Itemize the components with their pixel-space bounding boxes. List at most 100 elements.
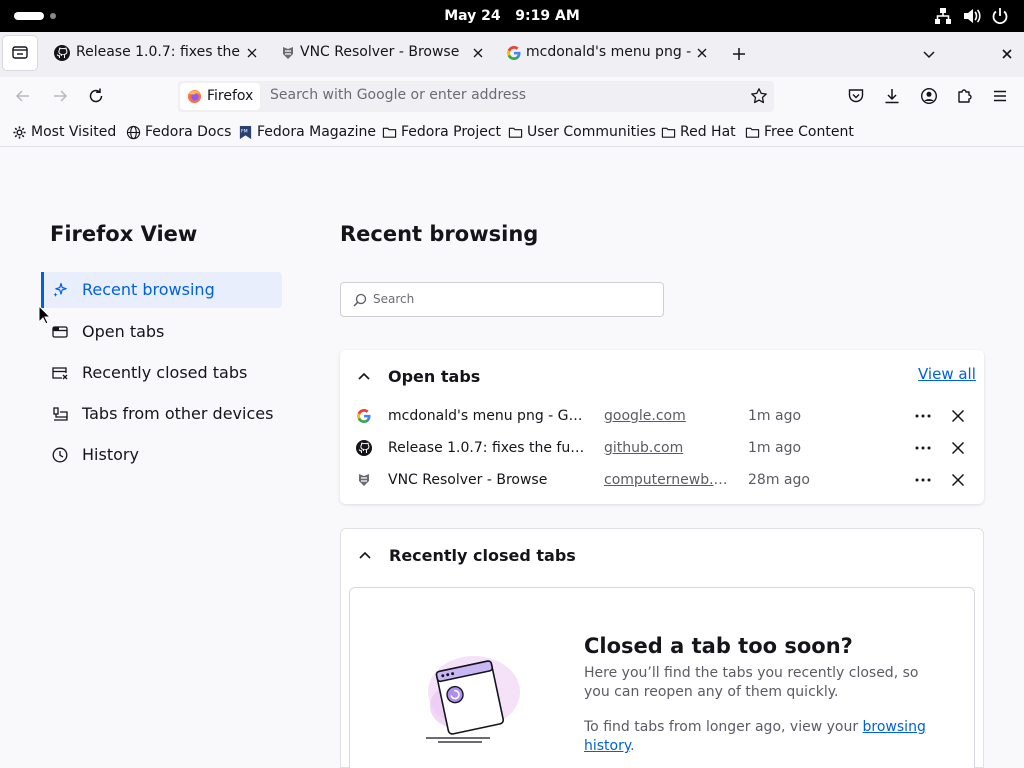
close-tab-icon[interactable] [470, 45, 486, 61]
clock-icon [52, 447, 68, 463]
sidebar-item-label: Recently closed tabs [82, 363, 248, 382]
sidebar-item-label: Recent browsing [82, 280, 215, 299]
sidebar-title: Firefox View [50, 222, 198, 246]
empty-state-title: Closed a tab too soon? [584, 634, 853, 658]
close-icon [1002, 49, 1012, 59]
bookmark-red-hat[interactable]: Red Hat [661, 122, 736, 142]
hamburger-icon [994, 90, 1006, 102]
sidebar-item-history[interactable]: History [44, 437, 282, 473]
row-age: 1m ago [748, 440, 802, 456]
tab-vnc[interactable]: VNC Resolver - Browse [268, 36, 490, 70]
identity-label: Firefox [207, 88, 254, 104]
network-icon[interactable] [934, 7, 952, 25]
firefox-view-button[interactable] [3, 36, 37, 70]
row-title: Release 1.0.7: fixes the fucki… [388, 440, 588, 456]
sidebar-item-other-devices[interactable]: Tabs from other devices [44, 396, 282, 432]
gear-icon [12, 125, 27, 140]
empty-state-text: Here you’ll find the tabs you recently c… [584, 665, 919, 700]
puzzle-icon [958, 89, 972, 103]
google-icon [506, 45, 522, 61]
table-row[interactable]: VNC Resolver - Browse computernewb.c… 28… [340, 464, 984, 496]
row-domain: google.com [604, 408, 686, 424]
github-icon [356, 440, 372, 456]
plus-icon [733, 48, 745, 60]
row-title: VNC Resolver - Browse [388, 472, 548, 488]
bookmark-label: Most Visited [31, 124, 117, 140]
bookmark-label: User Communities [527, 124, 656, 140]
bookmark-most-visited[interactable]: Most Visited [12, 122, 116, 142]
bookmark-user-communities[interactable]: User Communities [508, 122, 656, 142]
bookmark-fedora-magazine[interactable]: FM Fedora Magazine [238, 122, 376, 142]
history-hint-period: . [630, 738, 635, 754]
row-age: 28m ago [748, 472, 810, 488]
table-row[interactable]: Release 1.0.7: fixes the fucki… github.c… [340, 432, 984, 464]
back-button[interactable] [14, 87, 32, 105]
sidebar-item-label: Tabs from other devices [82, 404, 274, 423]
close-tab-icon[interactable] [694, 45, 710, 61]
account-icon [920, 87, 938, 105]
more-options-icon[interactable] [914, 408, 932, 424]
fedora-magazine-icon: FM [238, 125, 253, 140]
url-input[interactable]: Search with Google or enter address [270, 87, 526, 103]
power-icon[interactable] [991, 7, 1009, 25]
tab-google[interactable]: mcdonald's menu png - G [494, 36, 716, 70]
search-input[interactable]: Search [340, 282, 664, 317]
close-icon[interactable] [950, 440, 966, 456]
more-options-icon[interactable] [914, 440, 932, 456]
tab-github[interactable]: Release 1.0.7: fixes the fu [42, 36, 264, 70]
account-button[interactable] [920, 87, 938, 105]
close-window-button[interactable] [998, 45, 1016, 63]
close-icon[interactable] [950, 472, 966, 488]
sidebar-item-recent-browsing[interactable]: Recent browsing [41, 272, 282, 308]
folder-icon [382, 125, 397, 140]
bookmark-fedora-project[interactable]: Fedora Project [382, 122, 501, 142]
extensions-button[interactable] [956, 87, 974, 105]
globe-icon [126, 125, 141, 140]
bookmark-star-button[interactable] [750, 87, 768, 105]
empty-state-illustration [412, 652, 532, 748]
bookmark-label: Fedora Docs [145, 124, 232, 140]
download-icon [885, 89, 899, 104]
vnc-icon [356, 472, 372, 488]
google-icon [356, 408, 372, 424]
svg-text:FM: FM [241, 128, 248, 134]
clock-time: 9:19 AM [515, 8, 580, 24]
app-menu-button[interactable] [991, 87, 1009, 105]
page-title: Recent browsing [340, 222, 539, 246]
devices-icon [52, 406, 68, 422]
row-domain: github.com [604, 440, 684, 456]
tab-title: VNC Resolver - Browse [300, 44, 460, 60]
reload-button[interactable] [87, 87, 105, 105]
new-tab-button[interactable] [730, 45, 748, 63]
collapse-recently-closed-button[interactable] [356, 547, 374, 565]
sidebar-item-recently-closed[interactable]: Recently closed tabs [44, 355, 282, 391]
downloads-button[interactable] [883, 87, 901, 105]
mouse-cursor [38, 305, 50, 325]
forward-button[interactable] [51, 87, 69, 105]
close-icon[interactable] [950, 408, 966, 424]
pocket-button[interactable] [847, 87, 865, 105]
close-tab-icon[interactable] [244, 45, 260, 61]
folder-icon [508, 125, 523, 140]
identity-box[interactable]: Firefox [180, 83, 260, 110]
bookmark-fedora-docs[interactable]: Fedora Docs [126, 122, 231, 142]
folder-icon [661, 125, 676, 140]
bookmark-label: Fedora Magazine [257, 124, 376, 140]
recently-closed-heading: Recently closed tabs [389, 546, 576, 565]
row-domain: computernewb.c… [604, 472, 732, 488]
firefox-view-icon [12, 46, 28, 59]
collapse-open-tabs-button[interactable] [355, 368, 373, 386]
view-all-link[interactable]: View all [918, 365, 976, 383]
volume-icon[interactable] [962, 7, 982, 25]
system-clock[interactable]: May 24 9:19 AM [0, 0, 1024, 32]
forward-arrow-icon [54, 90, 68, 102]
chevron-up-icon [359, 551, 371, 559]
sidebar-item-open-tabs[interactable]: Open tabs [44, 314, 282, 350]
chevron-down-icon [923, 51, 935, 59]
list-all-tabs-button[interactable] [920, 45, 938, 63]
table-row[interactable]: mcdonald's menu png - Go… google.com 1m … [340, 400, 984, 432]
vnc-icon [280, 45, 296, 61]
more-options-icon[interactable] [914, 472, 932, 488]
bookmark-free-content[interactable]: Free Content [745, 122, 854, 142]
bookmark-label: Red Hat [680, 124, 736, 140]
